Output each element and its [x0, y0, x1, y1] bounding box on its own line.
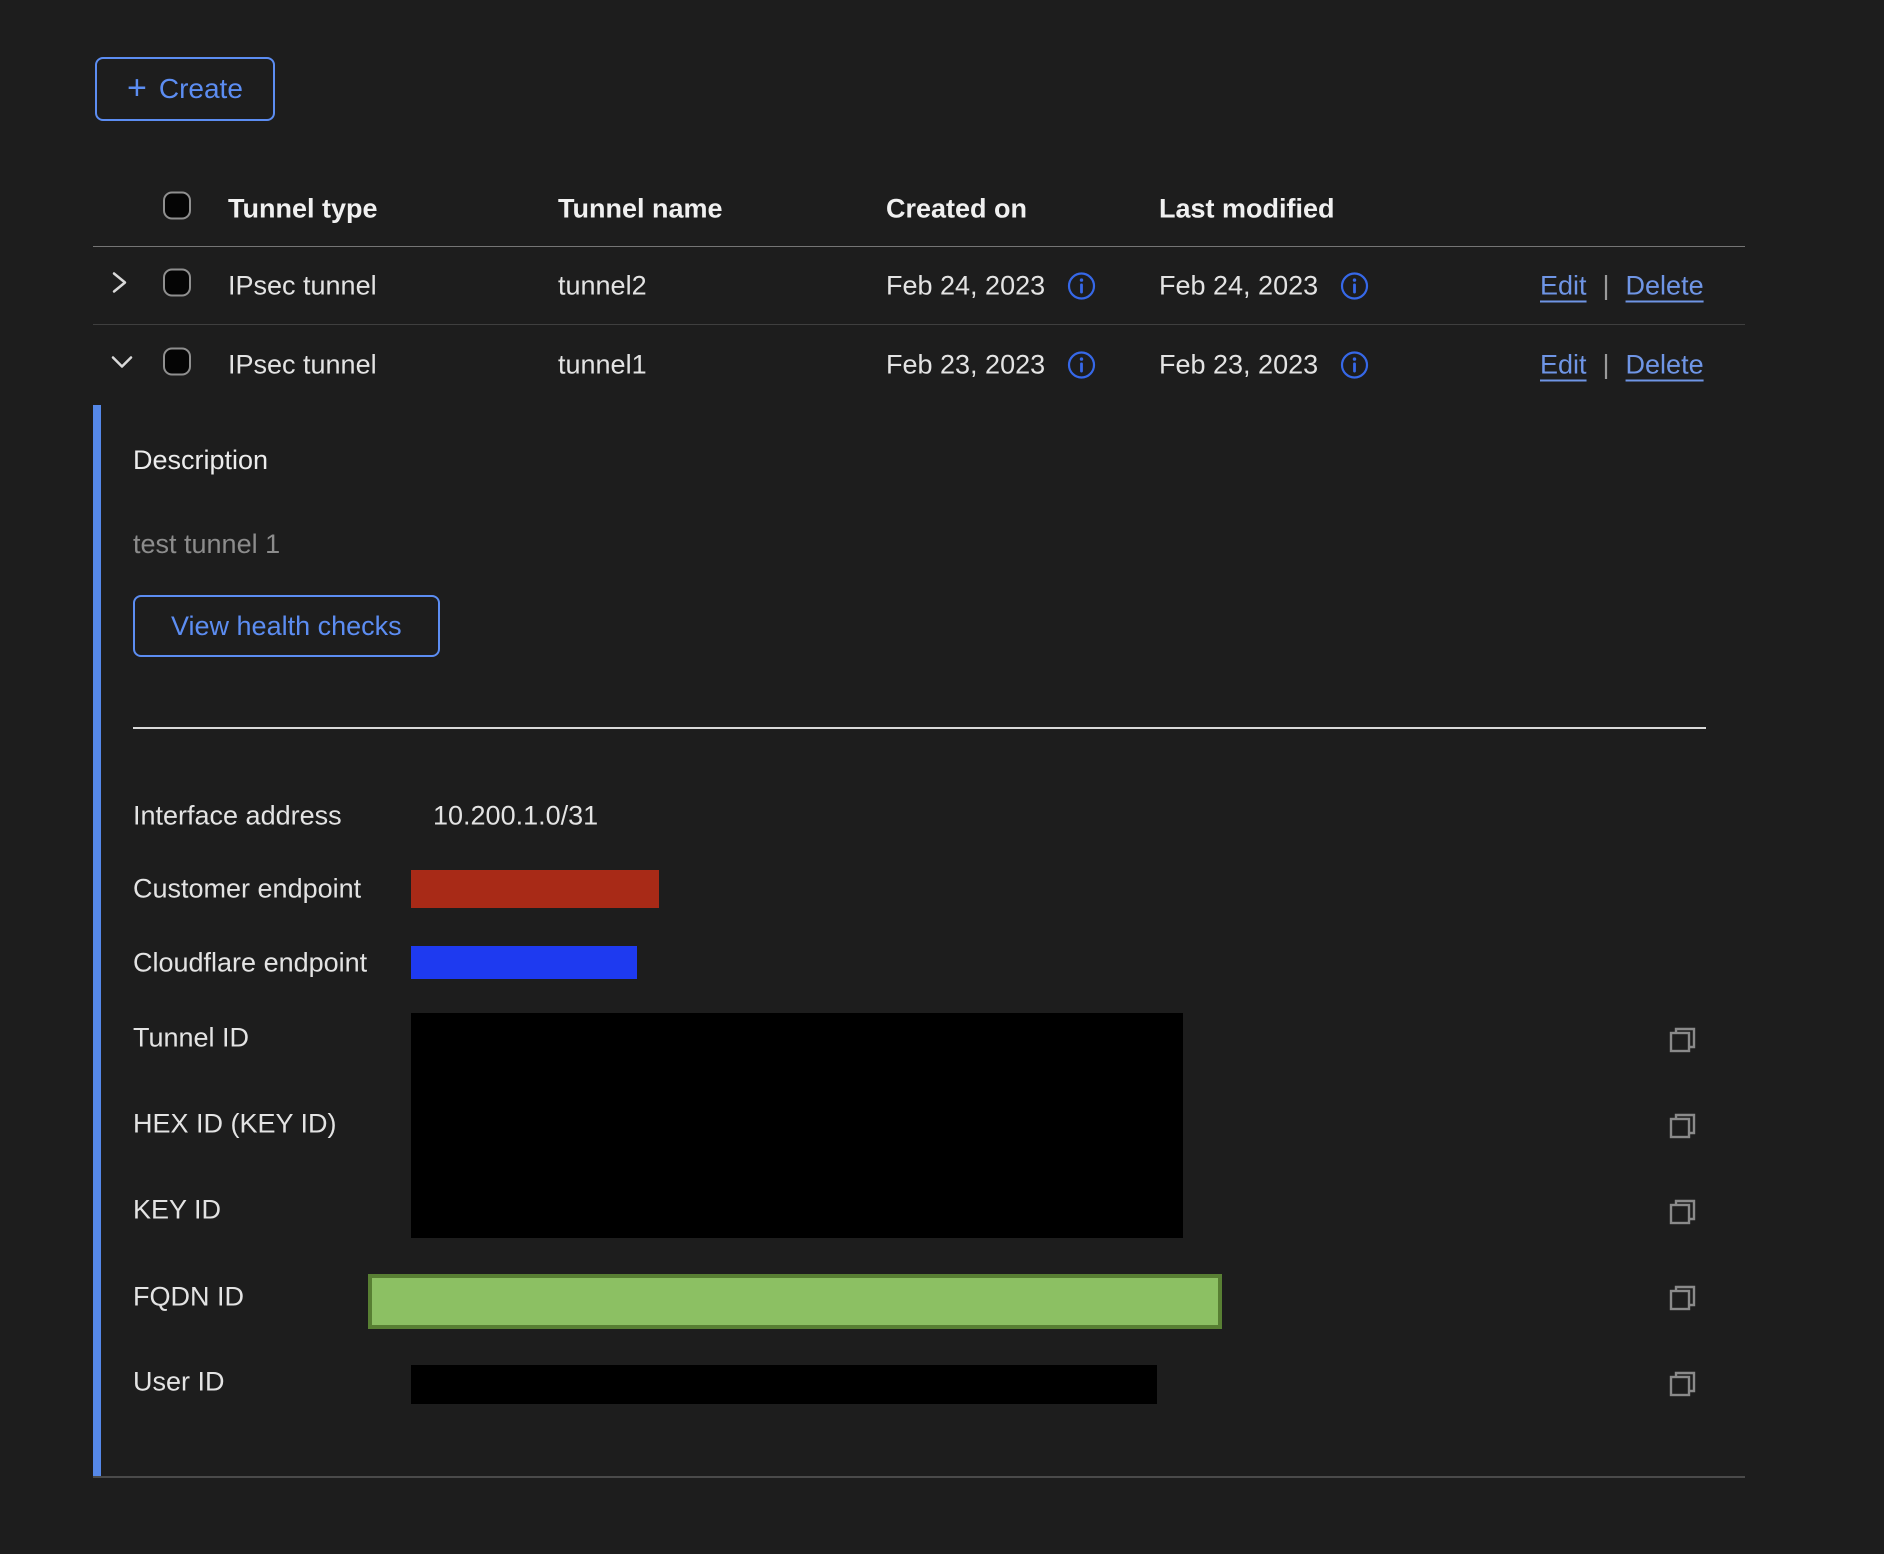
- created-on-cell: Feb 23, 2023: [886, 350, 1045, 381]
- view-health-checks-button[interactable]: View health checks: [133, 595, 440, 657]
- fqdn-id-label: FQDN ID: [133, 1282, 244, 1313]
- table-row: IPsec tunnel tunnel2 Feb 24, 2023 Feb 24…: [93, 247, 1745, 325]
- copy-icon[interactable]: [1666, 1368, 1699, 1401]
- tunnel-type-cell: IPsec tunnel: [228, 350, 377, 381]
- ids-redacted-value: [411, 1013, 1183, 1238]
- info-icon[interactable]: [1340, 351, 1369, 380]
- create-button-label: Create: [159, 73, 243, 105]
- tunnels-page: + Create Tunnel type Tunnel name Created…: [0, 0, 1884, 1554]
- tunnel-name-cell: tunnel1: [558, 350, 647, 381]
- tunnel-name-cell: tunnel2: [558, 270, 647, 301]
- interface-address-label: Interface address: [133, 801, 342, 832]
- row-checkbox[interactable]: [163, 348, 191, 376]
- action-separator: |: [1603, 350, 1610, 381]
- customer-endpoint-redacted-value: [411, 870, 659, 908]
- table-header-row: Tunnel type Tunnel name Created on Last …: [93, 171, 1745, 247]
- key-id-label: KEY ID: [133, 1195, 221, 1226]
- delete-link[interactable]: Delete: [1626, 350, 1704, 381]
- info-icon[interactable]: [1067, 351, 1096, 380]
- create-button[interactable]: + Create: [95, 57, 275, 121]
- panel-accent-bar: [93, 405, 101, 1476]
- created-on-cell: Feb 24, 2023: [886, 270, 1045, 301]
- table-row: IPsec tunnel tunnel1 Feb 23, 2023 Feb 23…: [93, 325, 1745, 405]
- chevron-down-icon[interactable]: [106, 349, 138, 375]
- tunnel-id-label: Tunnel ID: [133, 1023, 249, 1054]
- column-header-last-modified: Last modified: [1159, 193, 1335, 224]
- delete-link[interactable]: Delete: [1626, 270, 1704, 301]
- panel-divider: [133, 727, 1706, 729]
- description-label: Description: [133, 445, 268, 476]
- column-header-created-on: Created on: [886, 193, 1027, 224]
- customer-endpoint-label: Customer endpoint: [133, 874, 361, 905]
- copy-icon[interactable]: [1666, 1196, 1699, 1229]
- select-all-checkbox[interactable]: [163, 191, 191, 219]
- cloudflare-endpoint-redacted-value: [411, 946, 637, 979]
- last-modified-cell: Feb 24, 2023: [1159, 270, 1318, 301]
- description-value: test tunnel 1: [133, 529, 280, 560]
- hex-id-label: HEX ID (KEY ID): [133, 1109, 337, 1140]
- cloudflare-endpoint-label: Cloudflare endpoint: [133, 948, 367, 979]
- copy-icon[interactable]: [1666, 1282, 1699, 1315]
- info-icon[interactable]: [1067, 271, 1096, 300]
- interface-address-value: 10.200.1.0/31: [433, 801, 598, 832]
- column-header-tunnel-name: Tunnel name: [558, 193, 723, 224]
- tunnel-detail-panel: Description test tunnel 1 View health ch…: [93, 405, 1745, 1478]
- column-header-tunnel-type: Tunnel type: [228, 193, 378, 224]
- copy-icon[interactable]: [1666, 1024, 1699, 1057]
- user-id-label: User ID: [133, 1367, 225, 1398]
- edit-link[interactable]: Edit: [1540, 270, 1587, 301]
- row-checkbox[interactable]: [163, 268, 191, 296]
- action-separator: |: [1603, 270, 1610, 301]
- edit-link[interactable]: Edit: [1540, 350, 1587, 381]
- fqdn-id-redacted-value: [368, 1274, 1222, 1329]
- plus-icon: +: [127, 71, 147, 105]
- user-id-redacted-value: [411, 1365, 1157, 1404]
- chevron-right-icon[interactable]: [106, 267, 132, 297]
- last-modified-cell: Feb 23, 2023: [1159, 350, 1318, 381]
- info-icon[interactable]: [1340, 271, 1369, 300]
- tunnel-type-cell: IPsec tunnel: [228, 270, 377, 301]
- copy-icon[interactable]: [1666, 1110, 1699, 1143]
- tunnels-table: Tunnel type Tunnel name Created on Last …: [93, 171, 1745, 405]
